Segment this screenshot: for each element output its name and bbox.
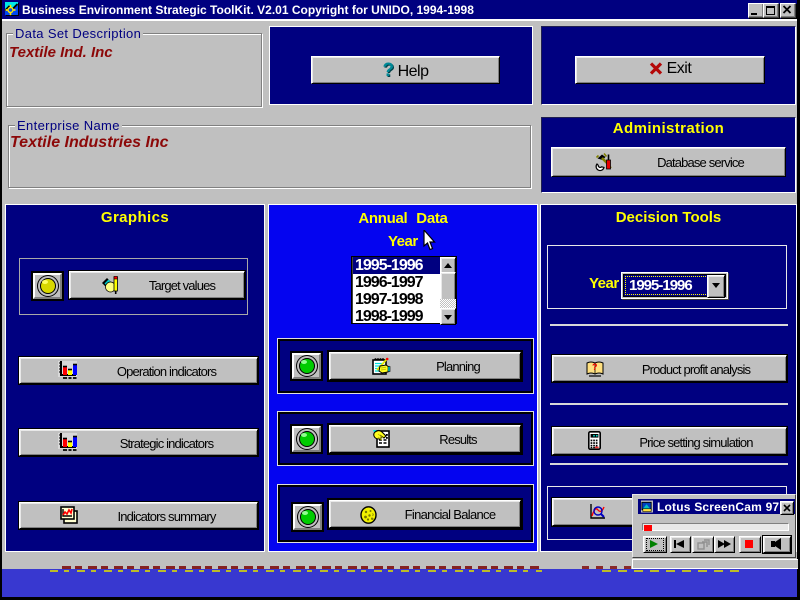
svg-text:?: ?	[592, 362, 598, 372]
